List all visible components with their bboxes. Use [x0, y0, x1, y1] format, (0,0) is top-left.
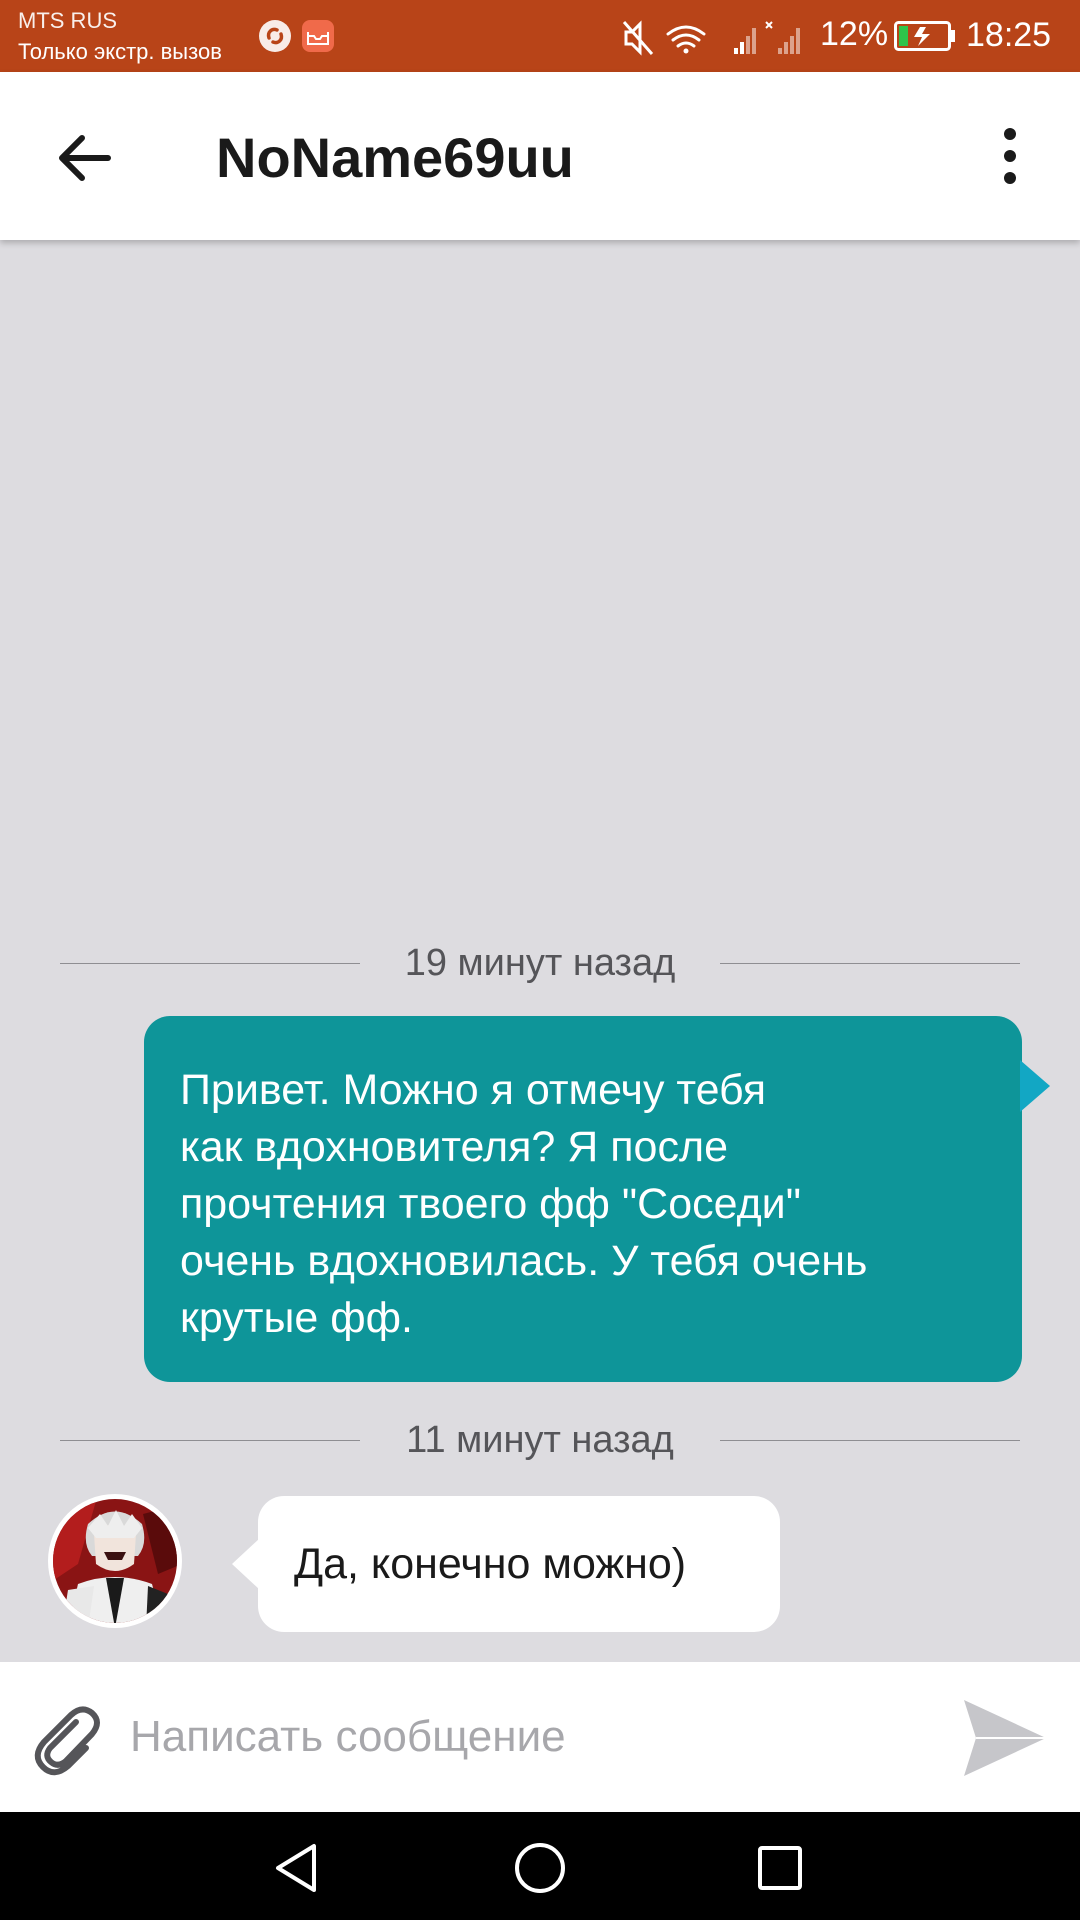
divider-line: [720, 1440, 1020, 1441]
user-avatar-image: [49, 1495, 181, 1627]
attach-button[interactable]: [26, 1700, 106, 1780]
divider-line: [60, 963, 360, 964]
message-text: Да, конечно можно): [294, 1540, 687, 1588]
signal-icon: [734, 28, 756, 54]
message-composer: [0, 1662, 1080, 1812]
back-arrow-icon: [59, 135, 111, 181]
notification-icons: [259, 20, 334, 52]
chat-header: NoName69uu: [0, 72, 1080, 240]
muted-icon: [622, 20, 654, 56]
nav-back-icon: [276, 1844, 316, 1892]
incoming-message-bubble[interactable]: Да, конечно можно): [258, 1496, 780, 1632]
nav-home-icon: [515, 1843, 565, 1893]
incoming-bubble-tail: [232, 1538, 260, 1590]
status-bar: MTS RUS Только экстр. вызов 12% 18:25: [0, 0, 1080, 72]
avatar[interactable]: [48, 1494, 182, 1628]
more-options-button[interactable]: [990, 122, 1030, 194]
send-button[interactable]: [960, 1696, 1050, 1780]
timestamp-divider: 11 минут назад: [60, 1417, 1020, 1463]
divider-line: [60, 1440, 360, 1441]
status-clock: 18:25: [966, 16, 1052, 54]
divider-line: [720, 963, 1020, 964]
mail-app-icon: [302, 20, 334, 52]
message-text-line: Привет. Можно я отмечу тебя: [180, 1066, 767, 1114]
nav-recents-button[interactable]: [752, 1840, 808, 1896]
signal-no-service-icon: [765, 21, 800, 54]
send-icon: [964, 1700, 1046, 1776]
system-navigation-bar: [0, 1812, 1080, 1920]
nav-back-button[interactable]: [270, 1840, 326, 1896]
more-vertical-icon: [1004, 128, 1016, 184]
shazam-icon: [259, 20, 291, 52]
message-input[interactable]: [130, 1692, 930, 1782]
battery-percent: 12%: [820, 15, 889, 53]
battery-charging-icon: [894, 21, 955, 51]
carrier-name: MTS RUS: [18, 8, 117, 33]
paperclip-icon: [34, 1706, 100, 1776]
message-time-label: 11 минут назад: [406, 1419, 674, 1461]
outgoing-message-bubble[interactable]: Привет. Можно я отмечу тебя как вдохнови…: [144, 1016, 1022, 1382]
message-time-label: 19 минут назад: [404, 942, 676, 984]
chat-title: NoName69uu: [216, 126, 574, 189]
outgoing-bubble-tail: [1020, 1060, 1050, 1112]
nav-recents-icon: [758, 1846, 802, 1890]
network-status: Только экстр. вызов: [18, 39, 222, 64]
back-button[interactable]: [52, 122, 124, 194]
message-text-line: крутые фф.: [180, 1294, 413, 1342]
message-text-line: очень вдохновилась. У тебя очень: [180, 1237, 868, 1285]
message-text-line: прочтения твоего фф "Соседи": [180, 1180, 801, 1228]
message-text-line: как вдохновителя? Я после: [180, 1123, 728, 1171]
wifi-icon: [666, 25, 706, 54]
timestamp-divider: 19 минут назад: [60, 940, 1020, 986]
system-status-icons: [622, 20, 800, 56]
nav-home-button[interactable]: [512, 1840, 568, 1896]
